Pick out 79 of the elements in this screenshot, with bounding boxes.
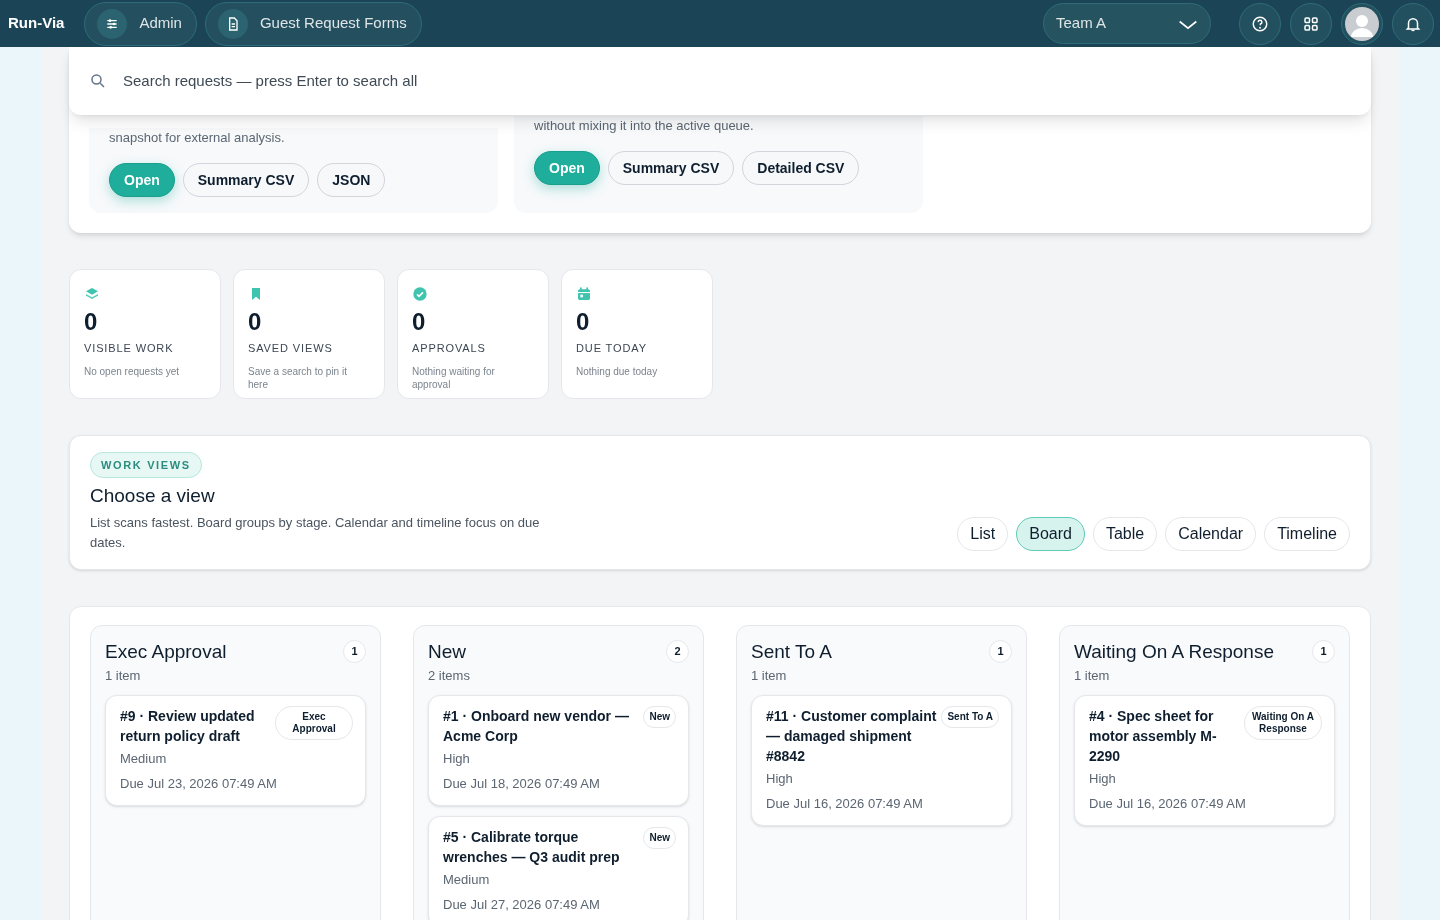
avatar-icon xyxy=(1345,6,1379,41)
grid-icon xyxy=(1302,14,1320,33)
card-description: without mixing it into the active queue. xyxy=(534,116,755,135)
help-icon xyxy=(1251,14,1269,33)
icon-button[interactable] xyxy=(1290,2,1332,45)
export-button[interactable]: Detailed CSV xyxy=(742,151,860,185)
due-date: Due Jul 23, 2026 07:49 AM xyxy=(120,774,278,793)
icon-button[interactable] xyxy=(1239,2,1281,45)
column-title: Sent To A xyxy=(751,639,832,664)
due-date: Due Jul 27, 2026 07:49 AM xyxy=(443,895,601,914)
export-button[interactable]: JSON xyxy=(317,163,386,197)
calendar-icon xyxy=(576,286,592,302)
stat-value: 0 xyxy=(412,308,427,336)
request-card[interactable]: #1 · Onboard new vendor — Acme Corp New High Due Jul 18, 2026 07:49 AM xyxy=(428,695,689,806)
view-tab[interactable]: Timeline xyxy=(1264,516,1350,551)
avatar-button[interactable] xyxy=(1341,2,1383,45)
stat-label: SAVED VIEWS xyxy=(248,341,334,356)
stat-label: APPROVALS xyxy=(412,341,487,356)
stat-value: 0 xyxy=(84,308,99,336)
view-tab[interactable]: Board xyxy=(1016,516,1085,551)
request-card[interactable]: #9 · Review updated return policy draft Exec Approval Medium Due Jul 23, 2026 07:49 AM xyxy=(105,695,366,806)
status-badge: Sent To A xyxy=(941,706,999,728)
count-badge: 1 xyxy=(343,639,366,663)
brand-name: Run-Via xyxy=(8,13,65,34)
layers-icon xyxy=(84,286,100,302)
stat-value: 0 xyxy=(248,308,263,336)
column-subtitle: 1 item xyxy=(1074,666,1111,685)
column-title: New xyxy=(428,639,466,664)
stat-value: 0 xyxy=(576,308,591,336)
nav-tab[interactable]: Admin xyxy=(84,1,197,46)
due-date: Due Jul 16, 2026 07:49 AM xyxy=(1089,794,1247,813)
request-title: #11 · Customer complaint — damaged shipment #8842 xyxy=(766,707,938,766)
section-title: Choose a view xyxy=(90,484,216,508)
status-badge: New xyxy=(643,827,676,849)
nav-tab[interactable]: Guest Request Forms xyxy=(204,1,422,46)
search-field[interactable]: Search requests — press Enter to search all xyxy=(123,69,1351,93)
column-subtitle: 1 item xyxy=(105,666,142,685)
priority-text: High xyxy=(443,750,471,768)
count-badge: 2 xyxy=(666,639,689,663)
view-tab[interactable]: Calendar xyxy=(1165,516,1257,551)
section-badge: WORK VIEWS xyxy=(90,452,202,478)
status-badge: New xyxy=(643,706,676,728)
card-description: snapshot for external analysis. xyxy=(109,128,286,147)
request-card[interactable]: #11 · Customer complaint — damaged shipment #8842 Sent To A High Due Jul 16, 2026 07:49 AM xyxy=(751,695,1012,826)
count-badge: 1 xyxy=(1312,639,1335,663)
stat-label: DUE TODAY xyxy=(576,341,648,356)
stat-note: Save a search to pin it here xyxy=(248,364,348,391)
request-title: #9 · Review updated return policy draft xyxy=(120,707,256,746)
request-title: #4 · Spec sheet for motor assembly M-2290 xyxy=(1089,707,1218,766)
team-select[interactable]: Team A xyxy=(1043,3,1211,44)
due-date: Due Jul 16, 2026 07:49 AM xyxy=(766,794,924,813)
export-button[interactable]: Summary CSV xyxy=(182,163,310,197)
column-title: Exec Approval xyxy=(105,639,227,664)
icon-button[interactable] xyxy=(1392,2,1434,45)
column-title: Waiting On A Response xyxy=(1074,639,1274,664)
view-tab[interactable]: List xyxy=(957,516,1009,551)
stat-note: Nothing due today xyxy=(576,364,659,378)
stat-note: No open requests yet xyxy=(84,364,181,378)
priority-text: Medium xyxy=(443,871,491,889)
search-icon xyxy=(89,72,107,90)
request-title: #5 · Calibrate torque wrenches — Q3 audit prep xyxy=(443,828,621,867)
column-subtitle: 1 item xyxy=(751,666,788,685)
request-card[interactable]: #4 · Spec sheet for motor assembly M-2290 Waiting On A Response High Due Jul 16, 2026 07:49 AM xyxy=(1074,695,1335,826)
check-circle-icon xyxy=(412,286,428,302)
count-badge: 1 xyxy=(989,639,1012,663)
priority-text: High xyxy=(766,770,794,788)
request-card[interactable]: #5 · Calibrate torque wrenches — Q3 audit prep New Medium Due Jul 27, 2026 07:49 AM xyxy=(428,816,689,920)
export-button[interactable]: Summary CSV xyxy=(607,151,735,185)
due-date: Due Jul 18, 2026 07:49 AM xyxy=(443,774,601,793)
priority-text: High xyxy=(1089,770,1117,788)
status-badge: Exec Approval xyxy=(275,706,353,740)
view-tab[interactable]: Table xyxy=(1092,516,1158,551)
section-description: List scans fastest. Board groups by stage. Calendar and timeline focus on due dates. xyxy=(90,513,541,552)
stat-note: Nothing waiting for approval xyxy=(412,364,496,391)
status-badge: Waiting On A Response xyxy=(1244,706,1322,740)
request-title: #1 · Onboard new vendor — Acme Corp xyxy=(443,707,630,746)
stat-label: VISIBLE WORK xyxy=(84,341,175,356)
priority-text: Medium xyxy=(120,750,168,768)
column-subtitle: 2 items xyxy=(428,666,471,685)
